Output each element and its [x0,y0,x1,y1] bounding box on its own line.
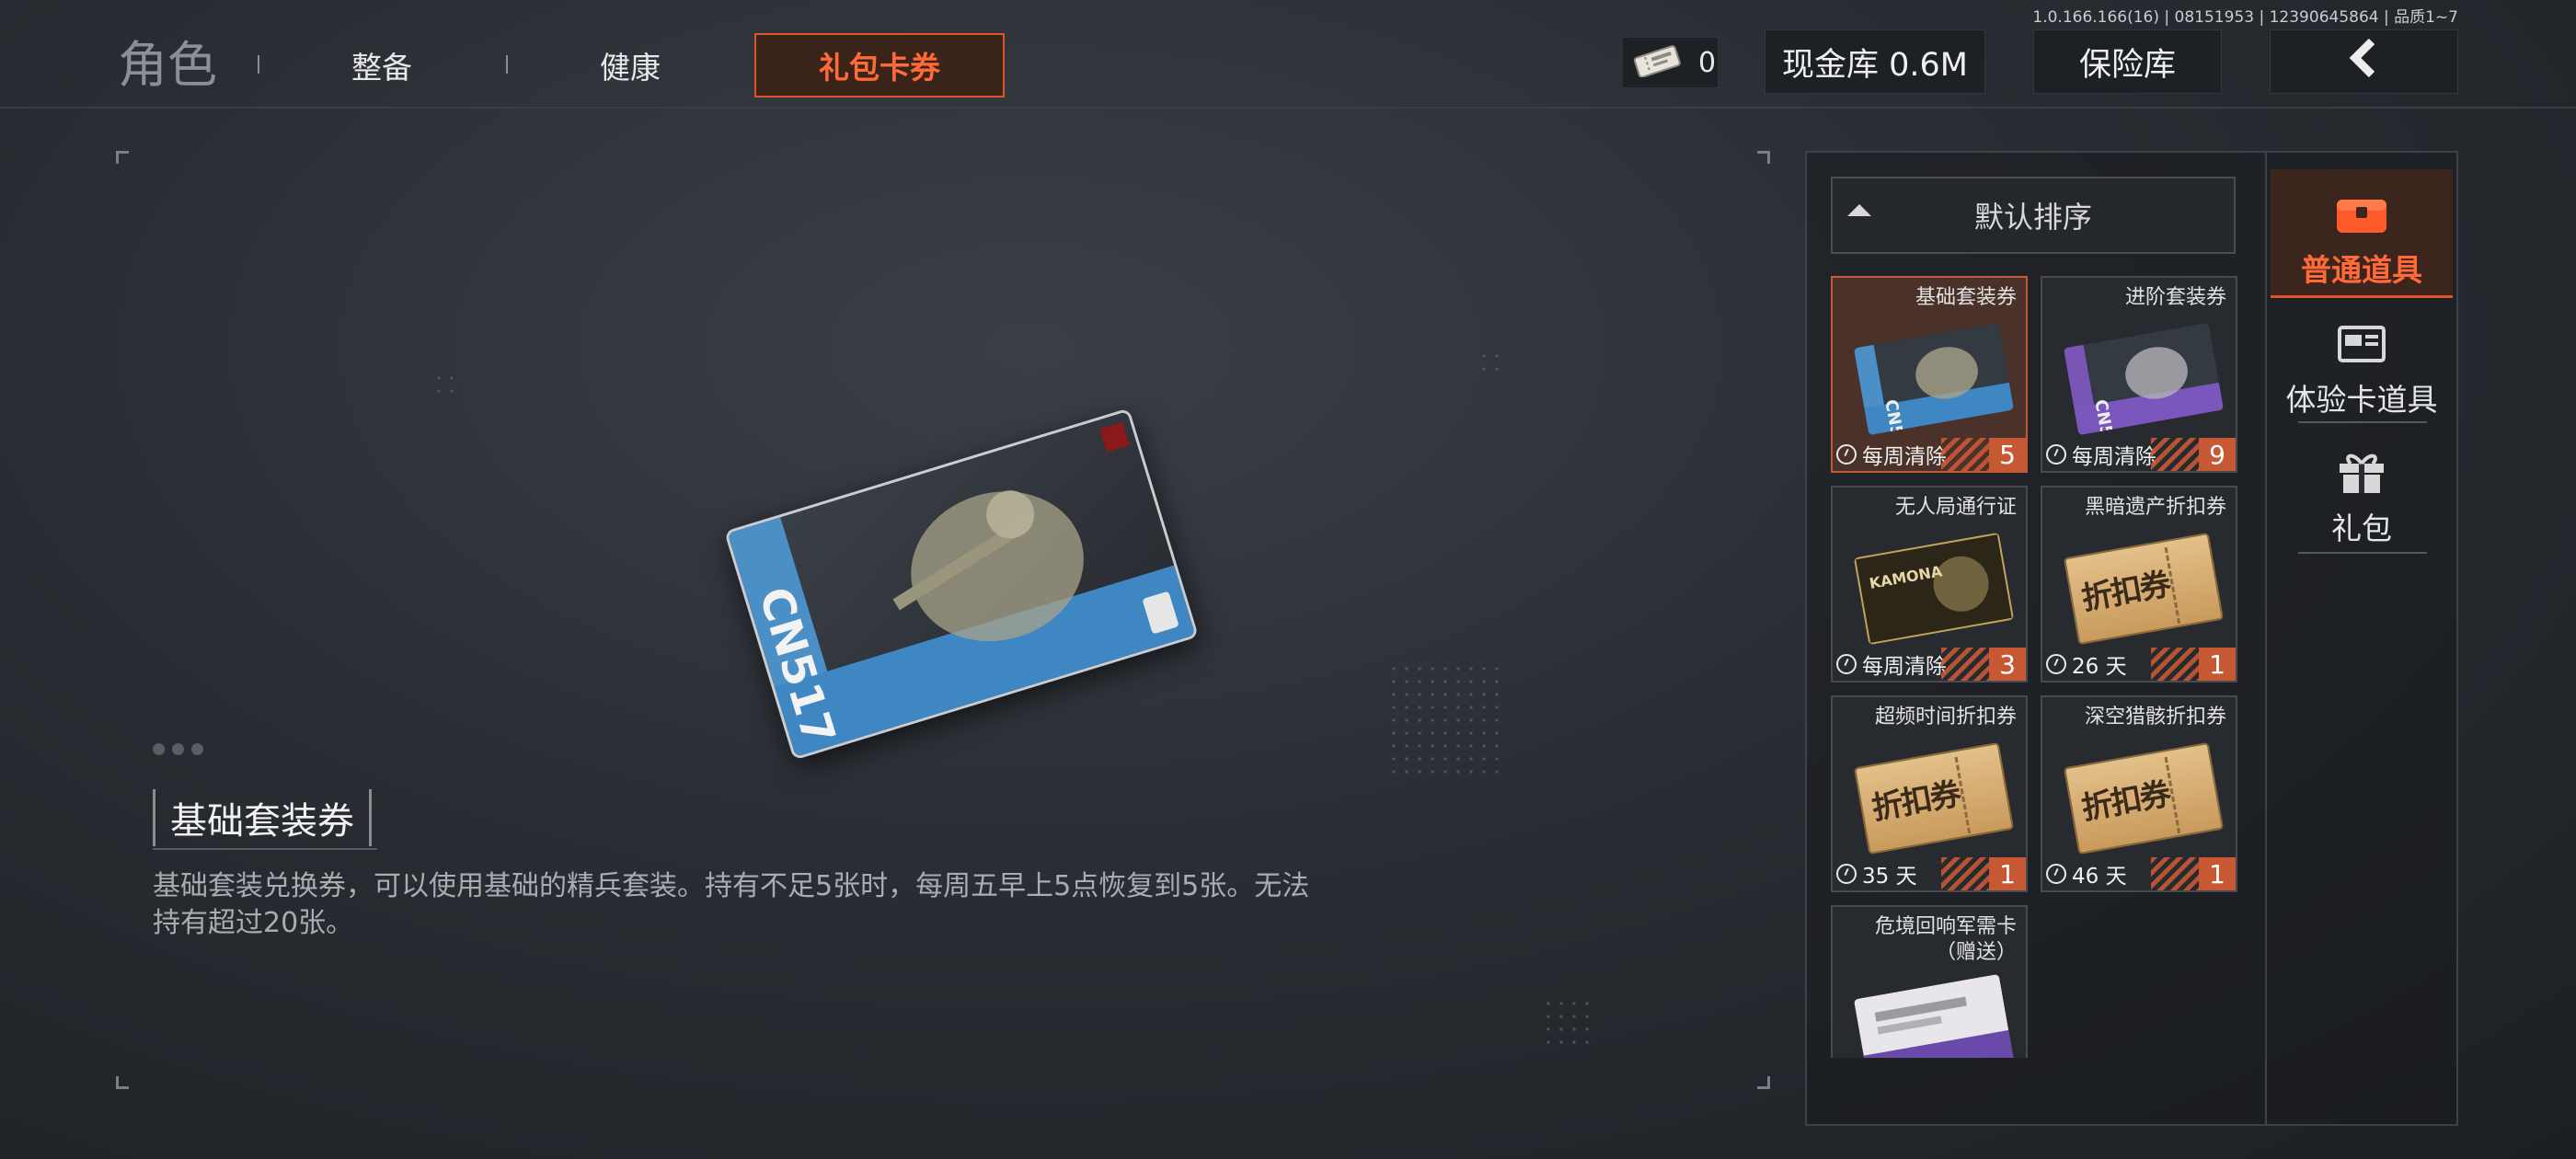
tab-equip[interactable]: 整备 [304,33,460,98]
coupon-thumbnail: 折扣券 [2063,532,2225,646]
item-expiry: 35 天 [1862,865,1917,889]
item-count: 1 [2199,857,2236,890]
coupon-text: 折扣券 [2078,566,2173,618]
item-footer: 35 天 1 [1833,857,2026,890]
gift-icon [2334,449,2389,495]
category-gift-packs[interactable]: 礼包 [2271,425,2453,554]
item-slot-echo-supply-card[interactable]: 危境回响军需卡 （赠送） [1831,905,2028,1058]
coupon-text: 折扣券 [2078,775,2173,828]
item-expiry: 26 天 [2072,655,2127,679]
category-label: 普通道具 [2301,252,2422,288]
treasure-chest-icon [2334,190,2389,236]
title-underline [153,848,377,850]
version-info: 1.0.166.166(16) | 08151953 | 12390645864… [2032,8,2458,27]
tab-gift-vouchers[interactable]: 礼包卡券 [754,33,1005,98]
item-slot-basic-kit[interactable]: 基础套装券 CN517 每周清除 5 [1831,276,2028,473]
item-name: 深空猎骸折扣券 [2084,706,2226,729]
item-expiry: 46 天 [2072,865,2127,889]
card-thumbnail [1853,973,2015,1058]
coupon-thumbnail: 折扣券 [2063,741,2225,855]
safe-vault-button[interactable]: 保险库 [2033,29,2222,94]
chevron-up-icon [1847,204,1871,216]
ticket-icon [1632,44,1682,81]
item-footer: 26 天 1 [2042,648,2236,681]
frame-corner [1757,151,1770,164]
clock-icon [1836,444,1857,465]
decor-dots [1387,662,1505,780]
item-name: 基础套装券 [1915,286,2017,309]
item-detail-title: 基础套装券 [153,789,372,846]
item-footer: 每周清除 9 [2042,438,2236,471]
frame-corner [116,1076,129,1089]
item-name: 无人局通行证 [1894,496,2017,519]
tab-divider [506,55,508,74]
ticket-counter[interactable]: 0 [1622,37,1719,88]
coupon-text: 折扣券 [1869,775,1963,828]
item-footer: 46 天 1 [2042,857,2236,890]
item-count: 3 [1989,648,2026,681]
item-name: 危境回响军需卡 （赠送） [1874,915,2017,964]
item-expiry: 每周清除 [2072,445,2156,469]
item-expiry: 每周清除 [1862,655,1947,679]
category-trial-cards[interactable]: 体验卡道具 [2271,296,2453,425]
sort-dropdown[interactable]: 默认排序 [1831,177,2236,254]
page-dots [153,743,203,755]
card-thumbnail: CN517 [1853,322,2015,435]
item-count: 1 [1989,857,2026,890]
decor-dots [1542,997,1595,1050]
decor-dots [432,372,460,399]
item-name: 黑暗遗产折扣券 [2084,496,2226,519]
item-footer: 每周清除 3 [1833,648,2026,681]
category-label: 体验卡道具 [2285,382,2438,418]
clock-icon [2046,864,2066,884]
item-count: 1 [2199,648,2236,681]
cash-vault-button[interactable]: 现金库 0.6M [1765,29,1985,94]
card-thumbnail: CN517 [2063,322,2225,435]
decor-dots [1478,350,1505,377]
preview-item-card: CN517 [724,407,1199,761]
item-count: 9 [2199,438,2236,471]
item-expiry: 每周清除 [1862,445,1947,469]
category-normal-items[interactable]: 普通道具 [2271,169,2453,298]
item-count: 5 [1989,438,2026,471]
tab-health[interactable]: 健康 [552,33,708,98]
clock-icon [2046,444,2066,465]
ticket-count: 0 [1698,46,1717,79]
clock-icon [2046,654,2066,674]
coupon-thumbnail: 折扣券 [1853,741,2015,855]
clock-icon [1836,654,1857,674]
card-thumbnail: KAMONA [1853,532,2015,646]
frame-corner [1757,1076,1770,1089]
item-slot-overclock-coupon[interactable]: 超频时间折扣券 折扣券 35 天 1 [1831,695,2028,892]
item-name: 进阶套装券 [2124,286,2226,309]
chevron-left-icon [2344,38,2385,86]
item-slot-advanced-kit[interactable]: 进阶套装券 CN517 每周清除 9 [2041,276,2237,473]
back-button[interactable] [2270,29,2458,94]
category-label: 礼包 [2331,511,2392,546]
item-name: 超频时间折扣券 [1874,706,2017,729]
item-slot-deep-space-coupon[interactable]: 深空猎骸折扣券 折扣券 46 天 1 [2041,695,2237,892]
item-slot-dark-legacy-coupon[interactable]: 黑暗遗产折扣券 折扣券 26 天 1 [2041,486,2237,683]
clock-icon [1836,864,1857,884]
frame-corner [116,151,129,164]
tab-divider [258,55,259,74]
item-footer: 每周清除 5 [1833,438,2026,471]
item-slot-solo-pass[interactable]: 无人局通行证 KAMONA 每周清除 3 [1831,486,2028,683]
card-icon [2334,320,2389,366]
tab-role[interactable]: 角色 [118,28,228,94]
item-detail-description: 基础套装兑换券，可以使用基础的精兵套装。持有不足5张时，每周五早上5点恢复到5张… [153,870,1310,939]
